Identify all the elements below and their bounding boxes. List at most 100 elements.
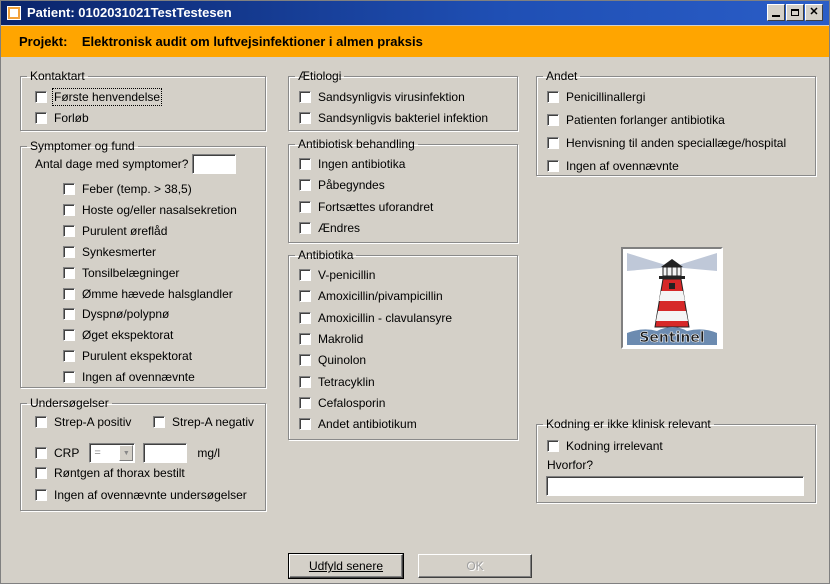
close-button[interactable]: ✕ bbox=[805, 4, 823, 21]
checkbox[interactable] bbox=[63, 308, 75, 321]
checkbox[interactable] bbox=[35, 467, 47, 479]
checkbox[interactable] bbox=[63, 203, 75, 216]
checkbox[interactable] bbox=[63, 371, 75, 384]
andet-option[interactable]: Henvisning til anden speciallæge/hospita… bbox=[547, 136, 786, 150]
behandling-option[interactable]: Fortsættes uforandret bbox=[299, 200, 433, 214]
antibiotika-option[interactable]: Makrolid bbox=[299, 332, 363, 346]
checkbox[interactable] bbox=[63, 287, 75, 300]
kontaktart-option[interactable]: Første henvendelse bbox=[35, 88, 163, 106]
logo-text: Sentinel bbox=[639, 330, 704, 346]
hvorfor-input[interactable] bbox=[546, 476, 804, 496]
checkbox[interactable] bbox=[299, 290, 311, 303]
andet-option-label: Patienten forlanger antibiotika bbox=[566, 113, 725, 127]
ingen-undersoegelser-option[interactable]: Ingen af ovennævnte undersøgelser bbox=[35, 488, 247, 502]
symptom-option[interactable]: Tonsilbelægninger bbox=[63, 266, 179, 280]
aetiologi-option[interactable]: Sandsynligvis virusinfektion bbox=[299, 90, 465, 104]
checkbox[interactable] bbox=[153, 416, 165, 428]
checkbox[interactable] bbox=[299, 418, 311, 431]
checkbox[interactable] bbox=[299, 396, 311, 409]
behandling-option[interactable]: Påbegyndes bbox=[299, 178, 385, 192]
checkbox[interactable] bbox=[299, 375, 311, 388]
kontaktart-option[interactable]: Forløb bbox=[35, 111, 89, 125]
symptom-option-label: Feber (temp. > 38,5) bbox=[82, 182, 192, 196]
symptom-option[interactable]: Purulent ekspektorat bbox=[63, 349, 192, 363]
symptom-option[interactable]: Purulent øreflåd bbox=[63, 224, 167, 238]
checkbox[interactable] bbox=[299, 354, 311, 367]
days-row: Antal dage med symptomer? bbox=[35, 154, 237, 174]
crp-value-input[interactable] bbox=[143, 443, 188, 463]
project-label: Projekt: Elektronisk audit om luftvejsin… bbox=[19, 34, 423, 49]
days-input[interactable] bbox=[192, 154, 237, 174]
antibiotika-option[interactable]: Tetracyklin bbox=[299, 375, 375, 389]
antibiotika-title: Antibiotika bbox=[298, 248, 354, 262]
symptom-option[interactable]: Ømme hævede halsglandler bbox=[63, 287, 233, 301]
checkbox[interactable] bbox=[299, 311, 311, 324]
behandling-option[interactable]: Ændres bbox=[299, 221, 360, 235]
maximize-button[interactable] bbox=[786, 4, 804, 21]
checkbox[interactable] bbox=[35, 416, 47, 428]
checkbox[interactable] bbox=[299, 332, 311, 345]
antibiotika-option[interactable]: Amoxicillin/pivampicillin bbox=[299, 289, 443, 303]
patient-window: Patient: 0102031021TestTestesen ✕ Projek… bbox=[0, 0, 830, 584]
title-bar[interactable]: Patient: 0102031021TestTestesen ✕ bbox=[1, 1, 829, 25]
checkbox[interactable] bbox=[299, 112, 311, 124]
roentgen-option[interactable]: Røntgen af thorax bestilt bbox=[35, 466, 185, 480]
symptom-option[interactable]: Hoste og/eller nasalsekretion bbox=[63, 203, 237, 217]
crp-operator-select[interactable]: = ▼ bbox=[89, 443, 136, 463]
symptom-option[interactable]: Dyspnø/polypnø bbox=[63, 307, 169, 321]
symptom-option[interactable]: Synkesmerter bbox=[63, 245, 156, 259]
kodning-title: Kodning er ikke klinisk relevant bbox=[546, 417, 711, 431]
andet-option-label: Penicillinallergi bbox=[566, 90, 646, 104]
checkbox[interactable] bbox=[547, 91, 559, 103]
checkbox[interactable] bbox=[35, 489, 47, 501]
symptom-option-label: Dyspnø/polypnø bbox=[82, 307, 170, 322]
checkbox[interactable] bbox=[63, 183, 75, 195]
behandling-option[interactable]: Ingen antibiotika bbox=[299, 157, 405, 171]
app-icon bbox=[7, 6, 21, 20]
antibiotika-option[interactable]: V-penicillin bbox=[299, 268, 375, 282]
checkbox[interactable] bbox=[35, 112, 47, 124]
behandling-title: Antibiotisk behandling bbox=[298, 137, 415, 151]
checkbox[interactable] bbox=[299, 91, 311, 103]
checkbox[interactable] bbox=[299, 269, 311, 281]
checkbox[interactable] bbox=[299, 200, 311, 213]
checkbox[interactable] bbox=[547, 114, 559, 126]
checkbox[interactable] bbox=[547, 137, 559, 149]
checkbox[interactable] bbox=[547, 160, 559, 172]
fill-later-button[interactable]: Udfyld senere bbox=[288, 553, 404, 579]
symptom-option[interactable]: Feber (temp. > 38,5) bbox=[63, 182, 192, 196]
andet-option[interactable]: Ingen af ovennævnte bbox=[547, 159, 679, 173]
undersoegelser-title: Undersøgelser bbox=[30, 396, 109, 410]
andet-option[interactable]: Penicillinallergi bbox=[547, 90, 645, 104]
symptom-option-label: Ingen af ovennævnte bbox=[82, 370, 195, 385]
strep-a-negative-option[interactable]: Strep-A negativ bbox=[153, 415, 254, 429]
checkbox[interactable] bbox=[299, 221, 311, 234]
close-icon: ✕ bbox=[809, 6, 819, 18]
ok-button[interactable]: OK bbox=[418, 554, 532, 578]
checkbox[interactable] bbox=[299, 158, 311, 170]
crp-label: CRP bbox=[54, 446, 80, 460]
checkbox[interactable] bbox=[63, 224, 75, 237]
antibiotika-option[interactable]: Andet antibiotikum bbox=[299, 417, 417, 431]
kodning-irrelevant-option[interactable]: Kodning irrelevant bbox=[547, 439, 663, 453]
antibiotika-option-label: Quinolon bbox=[318, 353, 367, 368]
checkbox[interactable] bbox=[63, 245, 75, 258]
minimize-button[interactable] bbox=[767, 4, 785, 21]
antibiotika-option[interactable]: Cefalosporin bbox=[299, 396, 385, 410]
symptom-option-label: Ømme hævede halsglandler bbox=[82, 286, 233, 301]
symptom-option[interactable]: Øget ekspektorat bbox=[63, 328, 173, 342]
checkbox[interactable] bbox=[299, 179, 311, 192]
crp-checkbox[interactable] bbox=[35, 447, 47, 459]
symptom-option[interactable]: Ingen af ovennævnte bbox=[63, 370, 195, 384]
andet-option[interactable]: Patienten forlanger antibiotika bbox=[547, 113, 725, 127]
aetiologi-option[interactable]: Sandsynligvis bakteriel infektion bbox=[299, 111, 488, 125]
checkbox[interactable] bbox=[63, 266, 75, 279]
checkbox[interactable] bbox=[547, 440, 559, 452]
strep-a-positive-option[interactable]: Strep-A positiv bbox=[35, 415, 131, 429]
antibiotika-option[interactable]: Quinolon bbox=[299, 353, 366, 367]
checkbox[interactable] bbox=[35, 91, 47, 103]
checkbox[interactable] bbox=[63, 329, 75, 342]
checkbox[interactable] bbox=[63, 350, 75, 363]
days-label: Antal dage med symptomer? bbox=[35, 157, 189, 171]
antibiotika-option[interactable]: Amoxicillin - clavulansyre bbox=[299, 311, 452, 325]
